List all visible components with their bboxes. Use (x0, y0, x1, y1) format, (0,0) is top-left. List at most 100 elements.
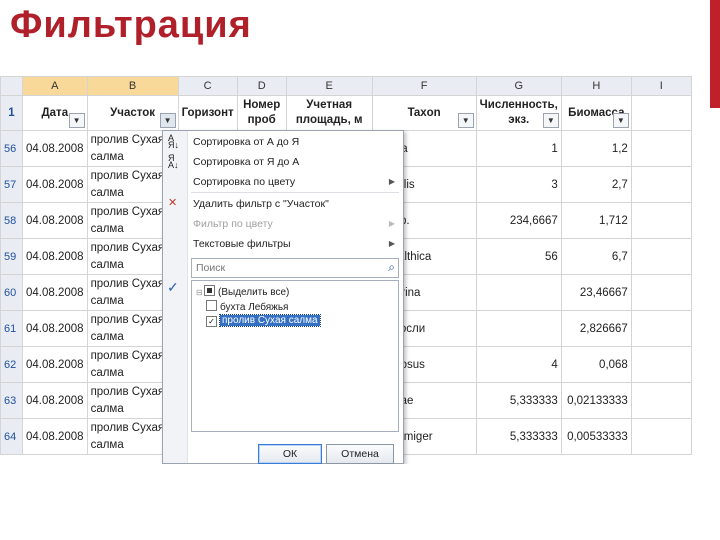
submenu-arrow-icon: ▶ (388, 219, 395, 228)
cell-empty[interactable] (630, 274, 692, 311)
cell-abundance[interactable]: 5,333333 (475, 382, 562, 419)
cell-biomass[interactable]: 1,2 (560, 130, 632, 167)
cell-date[interactable]: 04.08.2008 (22, 130, 88, 167)
header-taxon: Taxon ▼ (371, 95, 477, 131)
checkbox-partial[interactable] (204, 285, 215, 296)
header-area: Учетная площадь, м (285, 95, 373, 131)
sort-za-icon: Я А↓ (168, 153, 179, 170)
cell-empty[interactable] (630, 418, 692, 455)
row-header[interactable]: 56 (0, 130, 23, 167)
slide-title: Фильтрация (10, 4, 252, 46)
spreadsheet[interactable]: A B C D E F G H I 1 Дата ▼ Участок ▼ Гориз… (0, 76, 706, 464)
cell-biomass[interactable]: 6,7 (560, 238, 632, 275)
cell-abundance[interactable] (475, 274, 562, 311)
cell-abundance[interactable]: 5,333333 (475, 418, 562, 455)
cell-date[interactable]: 04.08.2008 (22, 310, 88, 347)
cell-empty[interactable] (630, 166, 692, 203)
cell-biomass[interactable]: 23,46667 (560, 274, 632, 311)
cell-empty[interactable] (630, 130, 692, 167)
ok-button[interactable]: ОК (258, 444, 322, 464)
col-header-g[interactable]: G (475, 76, 562, 96)
filter-active-button[interactable]: ▼ (159, 113, 176, 128)
row-header[interactable]: 61 (0, 310, 23, 347)
cell-abundance[interactable]: 3 (475, 166, 562, 203)
cell-biomass[interactable]: 1,712 (560, 202, 632, 239)
header-biomass: Биомасса ▼ (560, 95, 632, 131)
cell-biomass[interactable]: 0,00533333 (560, 418, 632, 455)
checkbox-unchecked[interactable] (206, 300, 217, 311)
menu-sort-color[interactable]: Сортировка по цвету (193, 176, 295, 188)
cell-biomass[interactable]: 0,068 (560, 346, 632, 383)
cell-date[interactable]: 04.08.2008 (22, 418, 88, 455)
header-taxon-label: Taxon (407, 106, 441, 119)
filter-dropdown-button[interactable]: ▼ (68, 113, 85, 128)
header-site: Участок ▼ (86, 95, 179, 131)
sort-az-icon: А Я↓ (168, 133, 179, 150)
search-icon: ⌕ (388, 260, 395, 274)
row-header[interactable]: 60 (0, 274, 23, 311)
cancel-button[interactable]: Отмена (326, 444, 394, 464)
col-header-a[interactable]: A (22, 76, 88, 96)
cell-biomass[interactable]: 2,826667 (560, 310, 632, 347)
list-item[interactable]: ✓ пролив Сухая салма (206, 314, 321, 329)
submenu-arrow-icon: ▶ (388, 177, 395, 186)
cell-date[interactable]: 04.08.2008 (22, 346, 88, 383)
cell-date[interactable]: 04.08.2008 (22, 238, 88, 275)
menu-sort-asc[interactable]: Сортировка от А до Я (193, 136, 299, 148)
clear-filter-icon: ✕ (168, 197, 178, 209)
cell-abundance[interactable]: 234,6667 (475, 202, 562, 239)
cell-empty[interactable] (630, 382, 692, 419)
row-header[interactable]: 64 (0, 418, 23, 455)
menu-text-filters[interactable]: Текстовые фильтры (193, 238, 291, 250)
col-header-h[interactable]: H (560, 76, 632, 96)
accent-bar (710, 0, 720, 108)
col-header-f[interactable]: F (371, 76, 477, 96)
header-site-label: Участок (110, 106, 155, 119)
col-header-c[interactable]: C (177, 76, 238, 96)
list-item-select-all[interactable]: ⊟ (Выделить все) (196, 285, 289, 299)
row-header[interactable]: 58 (0, 202, 23, 239)
menu-sort-desc[interactable]: Сортировка от Я до А (193, 156, 299, 168)
cell-abundance[interactable] (475, 310, 562, 347)
filter-dropdown-button[interactable]: ▼ (612, 113, 629, 128)
cell-abundance[interactable]: 1 (475, 130, 562, 167)
col-header-i[interactable]: I (630, 76, 692, 96)
row-header[interactable]: 57 (0, 166, 23, 203)
checkbox-checked[interactable]: ✓ (206, 316, 217, 327)
header-date-label: Дата (41, 106, 69, 119)
cell-date[interactable]: 04.08.2008 (22, 202, 88, 239)
cell-empty[interactable] (630, 238, 692, 275)
filter-dropdown-button[interactable]: ▼ (542, 113, 559, 128)
search-input[interactable]: Поиск ⌕ (191, 258, 399, 278)
cell-empty[interactable] (630, 310, 692, 347)
cell-biomass[interactable]: 0,02133333 (560, 382, 632, 419)
menu-separator (191, 192, 399, 193)
empty-cell[interactable] (630, 95, 692, 131)
cell-biomass[interactable]: 2,7 (560, 166, 632, 203)
cell-abundance[interactable]: 4 (475, 346, 562, 383)
header-abundance: Численность, экз. ▼ (475, 95, 562, 131)
menu-filter-color[interactable]: Фильтр по цвету (193, 218, 273, 230)
submenu-arrow-icon: ▶ (388, 239, 395, 248)
select-all-corner[interactable] (0, 76, 23, 96)
header-date: Дата ▼ (22, 95, 88, 131)
header-horizon: Горизонт (177, 95, 238, 131)
filter-dropdown-menu: А Я↓ Сортировка от А до Я Я А↓ Сортировка … (162, 130, 404, 464)
cell-date[interactable]: 04.08.2008 (22, 382, 88, 419)
filter-dropdown-button[interactable]: ▼ (457, 113, 474, 128)
cell-abundance[interactable]: 56 (475, 238, 562, 275)
row-header[interactable]: 63 (0, 382, 23, 419)
row-header[interactable]: 62 (0, 346, 23, 383)
list-item[interactable]: бухта Лебяжья (206, 300, 288, 314)
row-header[interactable]: 1 (0, 95, 23, 131)
cell-empty[interactable] (630, 202, 692, 239)
col-header-e[interactable]: E (285, 76, 373, 96)
cell-date[interactable]: 04.08.2008 (22, 274, 88, 311)
row-header[interactable]: 59 (0, 238, 23, 275)
menu-clear-filter[interactable]: Удалить фильтр с "Участок" (193, 198, 329, 210)
cell-date[interactable]: 04.08.2008 (22, 166, 88, 203)
col-header-b[interactable]: B (86, 76, 179, 96)
col-header-d[interactable]: D (236, 76, 287, 96)
cell-empty[interactable] (630, 346, 692, 383)
filter-values-list[interactable]: ⊟ (Выделить все) бухта Лебяжья ✓ пролив Су… (191, 280, 399, 432)
